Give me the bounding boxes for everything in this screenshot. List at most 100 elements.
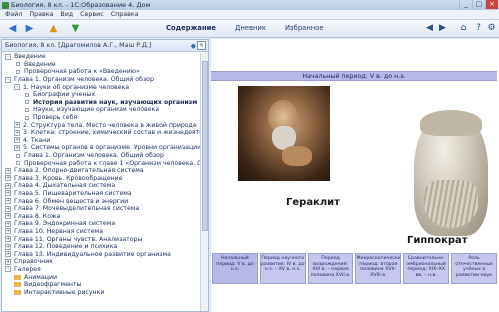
tree-scrollbar[interactable]: [200, 53, 208, 311]
tree-item[interactable]: + Глава 10. Нервная система: [2, 228, 201, 236]
expand-icon[interactable]: +: [5, 220, 11, 227]
collapse-icon[interactable]: -: [5, 76, 11, 83]
expand-icon[interactable]: +: [5, 243, 11, 250]
tree-item[interactable]: -1. Науки об организме человека: [2, 83, 201, 91]
tree-item-label: Глава 6. Обмен веществ и энергии: [14, 197, 129, 205]
tree-item[interactable]: + Глава 11. Органы чувств. Анализаторы: [2, 235, 201, 243]
tree-item-label: Проверь себя: [33, 114, 78, 122]
tree-item-label: Науки, изучающие организм человека: [33, 106, 159, 114]
expand-icon[interactable]: +: [14, 129, 20, 136]
expand-icon[interactable]: +: [14, 122, 20, 129]
menu-service[interactable]: Сервис: [80, 11, 104, 18]
tree-item[interactable]: + Глава 13. Индивидуальное развитие орган…: [2, 250, 201, 258]
tree-item[interactable]: Биографии ученых: [2, 91, 201, 99]
menu-file[interactable]: Файл: [5, 11, 22, 18]
tree-item[interactable]: + Глава 12. Поведение и психика: [2, 243, 201, 251]
period-button-6[interactable]: Роль отечественных учёных в развитии нау…: [451, 253, 497, 284]
settings-icon[interactable]: ⚙: [486, 23, 497, 34]
tree-item-label: Галерея: [14, 265, 41, 273]
forward-arrow-icon[interactable]: ▶: [23, 23, 36, 35]
tab-favorites[interactable]: Избранное: [285, 24, 324, 32]
back-arrow-icon[interactable]: ◀: [6, 23, 19, 35]
expand-icon[interactable]: +: [14, 144, 20, 151]
expand-icon[interactable]: +: [5, 198, 11, 205]
tree-item[interactable]: + Глава 4. Дыхательная система: [2, 182, 201, 190]
tree-item-label: 1. Науки об организме человека: [23, 83, 130, 91]
expand-icon[interactable]: +: [5, 213, 11, 220]
expand-icon[interactable]: +: [5, 228, 11, 235]
expand-icon[interactable]: +: [5, 258, 11, 265]
tab-contents[interactable]: Содержание: [166, 24, 216, 32]
menu-view[interactable]: Вид: [60, 11, 73, 18]
navigation-tabs: Содержание Дневник Избранное: [166, 24, 343, 32]
tree-item[interactable]: Анимации: [2, 273, 201, 281]
tree-item[interactable]: - Глава 1. Организм человека. Общий обзор: [2, 76, 201, 84]
maximize-button[interactable]: □: [472, 0, 485, 9]
tree-item[interactable]: + Глава 8. Кожа: [2, 212, 201, 220]
expand-icon[interactable]: +: [5, 205, 11, 212]
close-button[interactable]: ×: [485, 0, 498, 9]
tree-item[interactable]: +4. Ткани: [2, 137, 201, 145]
tree-item[interactable]: +5. Системы органов в организме. Уровни …: [2, 144, 201, 152]
scrollbar-thumb[interactable]: [202, 61, 208, 231]
tree-item[interactable]: +2. Структура тела. Место человека в жив…: [2, 121, 201, 129]
tab-diary[interactable]: Дневник: [235, 24, 266, 32]
minimize-button[interactable]: _: [459, 0, 472, 9]
tree-item[interactable]: Видеофрагменты: [2, 281, 201, 289]
tree-item[interactable]: Проверь себя: [2, 114, 201, 122]
page-icon: [25, 92, 29, 97]
collapse-icon[interactable]: -: [5, 53, 11, 60]
page-icon: [25, 100, 29, 105]
tree-item[interactable]: +3. Клетка: строение, химический состав …: [2, 129, 201, 137]
menu-edit[interactable]: Правка: [29, 11, 53, 18]
tree-item[interactable]: - Введение: [2, 53, 201, 61]
tree-item-label: Интерактивные рисунки: [24, 288, 105, 296]
menu-help[interactable]: Справка: [111, 11, 139, 18]
tree-item[interactable]: + Глава 5. Пищеварительная система: [2, 190, 201, 198]
period-button-4[interactable]: Микроскопический период: вторая половина…: [355, 253, 402, 284]
tree-item[interactable]: История развития наук, изучающих организ…: [2, 99, 201, 107]
period-button-5[interactable]: Сравнительно-эмбриональный период: XIX–X…: [403, 253, 450, 284]
period-button-3[interactable]: Период возрождения: XVI в. – первая поло…: [307, 253, 354, 284]
expand-icon[interactable]: +: [5, 167, 11, 174]
expand-icon[interactable]: +: [5, 175, 11, 182]
tree-item[interactable]: - Галерея: [2, 266, 201, 274]
expand-icon[interactable]: +: [5, 251, 11, 258]
tree-item-label: Проверочная работа к главе 1 «Организм ч…: [24, 159, 201, 167]
period-button-2[interactable]: Период научного развития: IV в. до н.э. …: [259, 253, 306, 284]
arrow-down-icon[interactable]: ▼: [69, 23, 82, 35]
expand-icon[interactable]: +: [14, 137, 20, 144]
arrow-up-icon[interactable]: ▲: [47, 23, 60, 35]
tree-item[interactable]: + Глава 2. Опорно-двигательная система: [2, 167, 201, 175]
tree-item[interactable]: Проверочная работа к «Введению»: [2, 68, 201, 76]
tree-item[interactable]: Науки, изучающие организм человека: [2, 106, 201, 114]
expand-icon[interactable]: +: [5, 182, 11, 189]
close-panel-icon[interactable]: ×: [197, 41, 206, 50]
tree-item-label: Биографии ученых: [33, 91, 96, 99]
tree-item[interactable]: + Глава 3. Кровь. Кровообращение: [2, 175, 201, 183]
folder-icon: [14, 282, 21, 288]
collapse-icon[interactable]: -: [5, 266, 11, 273]
pin-icon[interactable]: ◆: [191, 42, 196, 50]
tree-item-label: Анимации: [24, 273, 58, 281]
tree-item[interactable]: + Глава 9. Эндокринная система: [2, 220, 201, 228]
tree-item[interactable]: + Глава 6. Обмен веществ и энергии: [2, 197, 201, 205]
help-icon[interactable]: ?: [473, 23, 484, 34]
period-button-1[interactable]: Начальный период: V в. до н.э.: [212, 253, 258, 284]
expand-icon[interactable]: +: [5, 190, 11, 197]
tree-item[interactable]: Интерактивные рисунки: [2, 288, 201, 296]
expand-icon[interactable]: +: [5, 236, 11, 243]
page-icon: [25, 107, 29, 112]
tree-item[interactable]: + Глава 7. Мочевыделительная система: [2, 205, 201, 213]
tree-item[interactable]: + Справочник: [2, 258, 201, 266]
tree-item-label: Глава 2. Опорно-двигательная система: [14, 167, 144, 175]
tree-item-label: 4. Ткани: [23, 136, 51, 144]
forward-nav-icon[interactable]: ▶: [437, 23, 448, 34]
contents-panel: Биология, 8 кл. [Драгомилов А.Г., Маш Р.…: [1, 39, 209, 312]
home-icon[interactable]: ⌂: [458, 23, 469, 34]
back-nav-icon[interactable]: ◀: [424, 23, 435, 34]
course-title: Биология, 8 кл. [Драгомилов А.Г., Маш Р.…: [5, 42, 152, 49]
tree-item[interactable]: Проверочная работа к главе 1 «Организм ч…: [2, 159, 201, 167]
tree-item[interactable]: Глава 1. Организм человека. Общий обзор: [2, 152, 201, 160]
collapse-icon[interactable]: -: [14, 84, 20, 91]
